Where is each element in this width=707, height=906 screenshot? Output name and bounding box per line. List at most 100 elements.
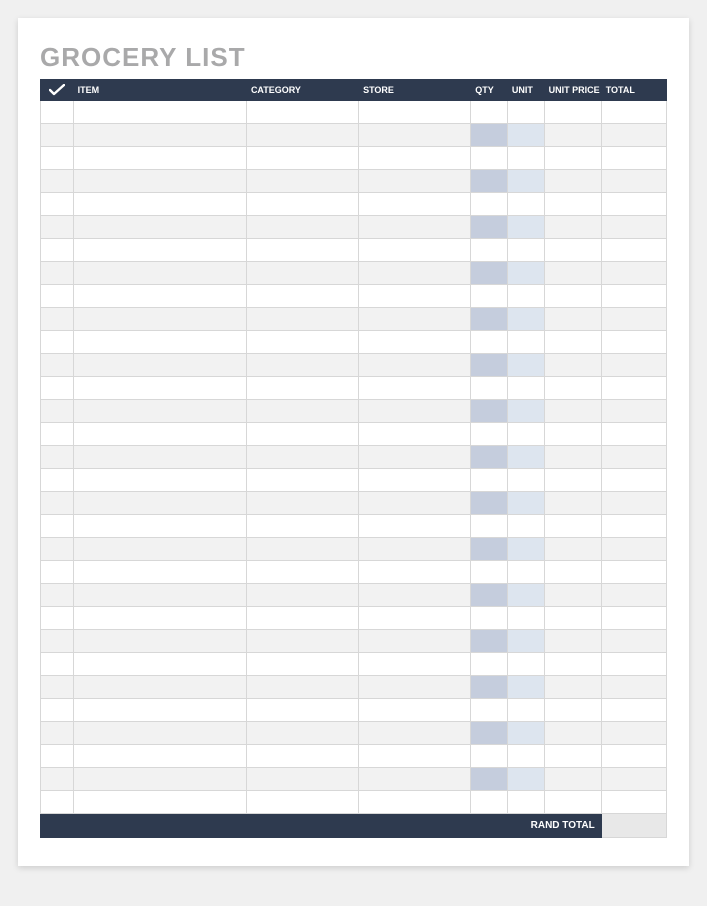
cell-category[interactable] xyxy=(246,239,358,262)
cell-total[interactable] xyxy=(601,331,666,354)
cell-store[interactable] xyxy=(359,699,471,722)
cell-item[interactable] xyxy=(73,492,246,515)
cell-check[interactable] xyxy=(41,722,74,745)
cell-check[interactable] xyxy=(41,239,74,262)
cell-check[interactable] xyxy=(41,538,74,561)
cell-store[interactable] xyxy=(359,676,471,699)
cell-item[interactable] xyxy=(73,584,246,607)
cell-unit-price[interactable] xyxy=(544,101,601,124)
cell-qty[interactable] xyxy=(471,446,508,469)
cell-category[interactable] xyxy=(246,630,358,653)
cell-check[interactable] xyxy=(41,492,74,515)
cell-store[interactable] xyxy=(359,538,471,561)
cell-category[interactable] xyxy=(246,400,358,423)
cell-total[interactable] xyxy=(601,538,666,561)
cell-category[interactable] xyxy=(246,515,358,538)
cell-category[interactable] xyxy=(246,653,358,676)
cell-unit[interactable] xyxy=(507,446,544,469)
cell-unit[interactable] xyxy=(507,469,544,492)
cell-unit-price[interactable] xyxy=(544,354,601,377)
cell-unit-price[interactable] xyxy=(544,561,601,584)
cell-unit-price[interactable] xyxy=(544,538,601,561)
cell-unit[interactable] xyxy=(507,354,544,377)
cell-unit[interactable] xyxy=(507,239,544,262)
cell-total[interactable] xyxy=(601,377,666,400)
cell-check[interactable] xyxy=(41,469,74,492)
cell-check[interactable] xyxy=(41,354,74,377)
cell-unit-price[interactable] xyxy=(544,446,601,469)
cell-unit-price[interactable] xyxy=(544,699,601,722)
cell-item[interactable] xyxy=(73,515,246,538)
cell-check[interactable] xyxy=(41,400,74,423)
cell-store[interactable] xyxy=(359,768,471,791)
cell-item[interactable] xyxy=(73,193,246,216)
cell-store[interactable] xyxy=(359,653,471,676)
cell-check[interactable] xyxy=(41,216,74,239)
cell-unit[interactable] xyxy=(507,653,544,676)
cell-total[interactable] xyxy=(601,768,666,791)
cell-qty[interactable] xyxy=(471,124,508,147)
cell-item[interactable] xyxy=(73,423,246,446)
cell-category[interactable] xyxy=(246,469,358,492)
cell-qty[interactable] xyxy=(471,492,508,515)
cell-item[interactable] xyxy=(73,469,246,492)
cell-check[interactable] xyxy=(41,262,74,285)
cell-check[interactable] xyxy=(41,745,74,768)
cell-item[interactable] xyxy=(73,354,246,377)
cell-unit[interactable] xyxy=(507,561,544,584)
cell-category[interactable] xyxy=(246,676,358,699)
cell-total[interactable] xyxy=(601,469,666,492)
cell-qty[interactable] xyxy=(471,170,508,193)
cell-item[interactable] xyxy=(73,699,246,722)
cell-qty[interactable] xyxy=(471,538,508,561)
cell-category[interactable] xyxy=(246,423,358,446)
cell-unit-price[interactable] xyxy=(544,469,601,492)
cell-total[interactable] xyxy=(601,630,666,653)
cell-unit-price[interactable] xyxy=(544,745,601,768)
cell-check[interactable] xyxy=(41,630,74,653)
cell-check[interactable] xyxy=(41,768,74,791)
cell-item[interactable] xyxy=(73,561,246,584)
cell-total[interactable] xyxy=(601,193,666,216)
cell-total[interactable] xyxy=(601,285,666,308)
cell-item[interactable] xyxy=(73,768,246,791)
cell-qty[interactable] xyxy=(471,147,508,170)
cell-total[interactable] xyxy=(601,400,666,423)
cell-total[interactable] xyxy=(601,239,666,262)
cell-total[interactable] xyxy=(601,170,666,193)
cell-qty[interactable] xyxy=(471,331,508,354)
cell-qty[interactable] xyxy=(471,607,508,630)
cell-check[interactable] xyxy=(41,791,74,814)
cell-unit[interactable] xyxy=(507,423,544,446)
cell-qty[interactable] xyxy=(471,791,508,814)
cell-check[interactable] xyxy=(41,308,74,331)
cell-qty[interactable] xyxy=(471,377,508,400)
cell-store[interactable] xyxy=(359,584,471,607)
cell-total[interactable] xyxy=(601,584,666,607)
cell-unit[interactable] xyxy=(507,101,544,124)
cell-category[interactable] xyxy=(246,193,358,216)
cell-unit-price[interactable] xyxy=(544,216,601,239)
cell-store[interactable] xyxy=(359,354,471,377)
cell-item[interactable] xyxy=(73,400,246,423)
cell-item[interactable] xyxy=(73,607,246,630)
cell-category[interactable] xyxy=(246,331,358,354)
cell-unit-price[interactable] xyxy=(544,262,601,285)
cell-unit-price[interactable] xyxy=(544,423,601,446)
cell-unit[interactable] xyxy=(507,584,544,607)
cell-store[interactable] xyxy=(359,423,471,446)
cell-check[interactable] xyxy=(41,285,74,308)
cell-total[interactable] xyxy=(601,699,666,722)
cell-item[interactable] xyxy=(73,147,246,170)
cell-total[interactable] xyxy=(601,354,666,377)
cell-store[interactable] xyxy=(359,630,471,653)
cell-check[interactable] xyxy=(41,607,74,630)
cell-item[interactable] xyxy=(73,101,246,124)
cell-unit-price[interactable] xyxy=(544,331,601,354)
cell-category[interactable] xyxy=(246,101,358,124)
cell-store[interactable] xyxy=(359,216,471,239)
cell-qty[interactable] xyxy=(471,722,508,745)
cell-qty[interactable] xyxy=(471,676,508,699)
cell-check[interactable] xyxy=(41,515,74,538)
cell-item[interactable] xyxy=(73,653,246,676)
